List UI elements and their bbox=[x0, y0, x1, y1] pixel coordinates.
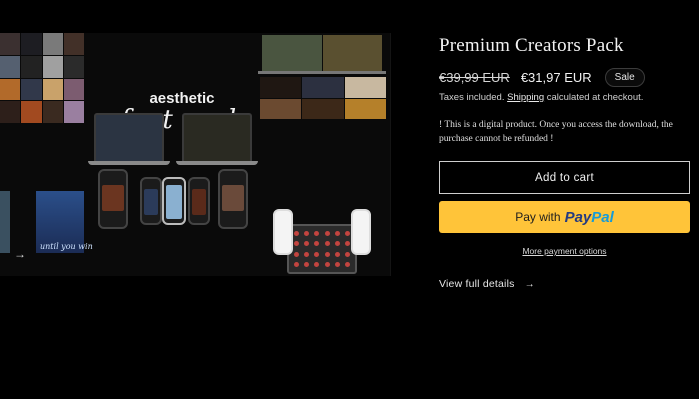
add-to-cart-button[interactable]: Add to cart bbox=[439, 161, 690, 194]
phone-mockup-5 bbox=[218, 169, 248, 229]
view-details-label: View full details bbox=[439, 278, 515, 290]
shipping-link[interactable]: Shipping bbox=[507, 92, 544, 103]
price-row: €39,99 EUR €31,97 EUR Sale bbox=[439, 68, 645, 87]
feed-grid-mockup bbox=[287, 224, 357, 274]
paypal-logo: PayPal bbox=[565, 209, 614, 226]
photo-grid-right bbox=[260, 77, 386, 119]
overlay-text: until you win bbox=[40, 242, 93, 251]
photo-grid-top-right bbox=[262, 35, 382, 71]
laptop-mockup-right bbox=[176, 113, 258, 165]
phone-mockup-2 bbox=[140, 177, 162, 225]
regular-price: €39,99 EUR bbox=[439, 70, 510, 85]
tax-note-before: Taxes included. bbox=[439, 92, 505, 103]
arrow-right-icon: → bbox=[524, 278, 535, 290]
preview-image-left bbox=[0, 191, 10, 253]
paypal-button[interactable]: Pay with PayPal bbox=[439, 201, 690, 233]
product-image[interactable]: aesthetic font pack → until you win bbox=[0, 33, 391, 276]
refund-notice: ! This is a digital product. Once you ac… bbox=[439, 120, 673, 144]
tax-note: Taxes included. Shipping calculated at c… bbox=[439, 92, 643, 103]
phone-mockup-3 bbox=[162, 177, 186, 225]
monitor-bar bbox=[258, 71, 386, 74]
phone-mockup-white-left bbox=[273, 209, 293, 255]
photo-collage-left bbox=[0, 33, 84, 123]
arrow-icon: → bbox=[14, 247, 26, 261]
sale-badge: Sale bbox=[604, 68, 645, 87]
phone-mockup-white-right bbox=[351, 209, 371, 255]
paypal-logo-part2: Pal bbox=[591, 208, 614, 226]
headline-line-1: aesthetic bbox=[149, 90, 215, 107]
paypal-logo-part1: Pay bbox=[564, 208, 592, 226]
phone-mockup-4 bbox=[188, 177, 210, 225]
sale-price: €31,97 EUR bbox=[520, 70, 592, 85]
more-payment-options-link[interactable]: More payment options bbox=[439, 246, 690, 256]
product-title: Premium Creators Pack bbox=[439, 35, 624, 56]
phone-mockup-1 bbox=[98, 169, 128, 229]
tax-note-after: calculated at checkout. bbox=[546, 92, 644, 103]
laptop-mockup-left bbox=[88, 113, 170, 165]
view-full-details-link[interactable]: View full details → bbox=[439, 278, 535, 290]
pay-with-label: Pay with bbox=[515, 210, 561, 224]
